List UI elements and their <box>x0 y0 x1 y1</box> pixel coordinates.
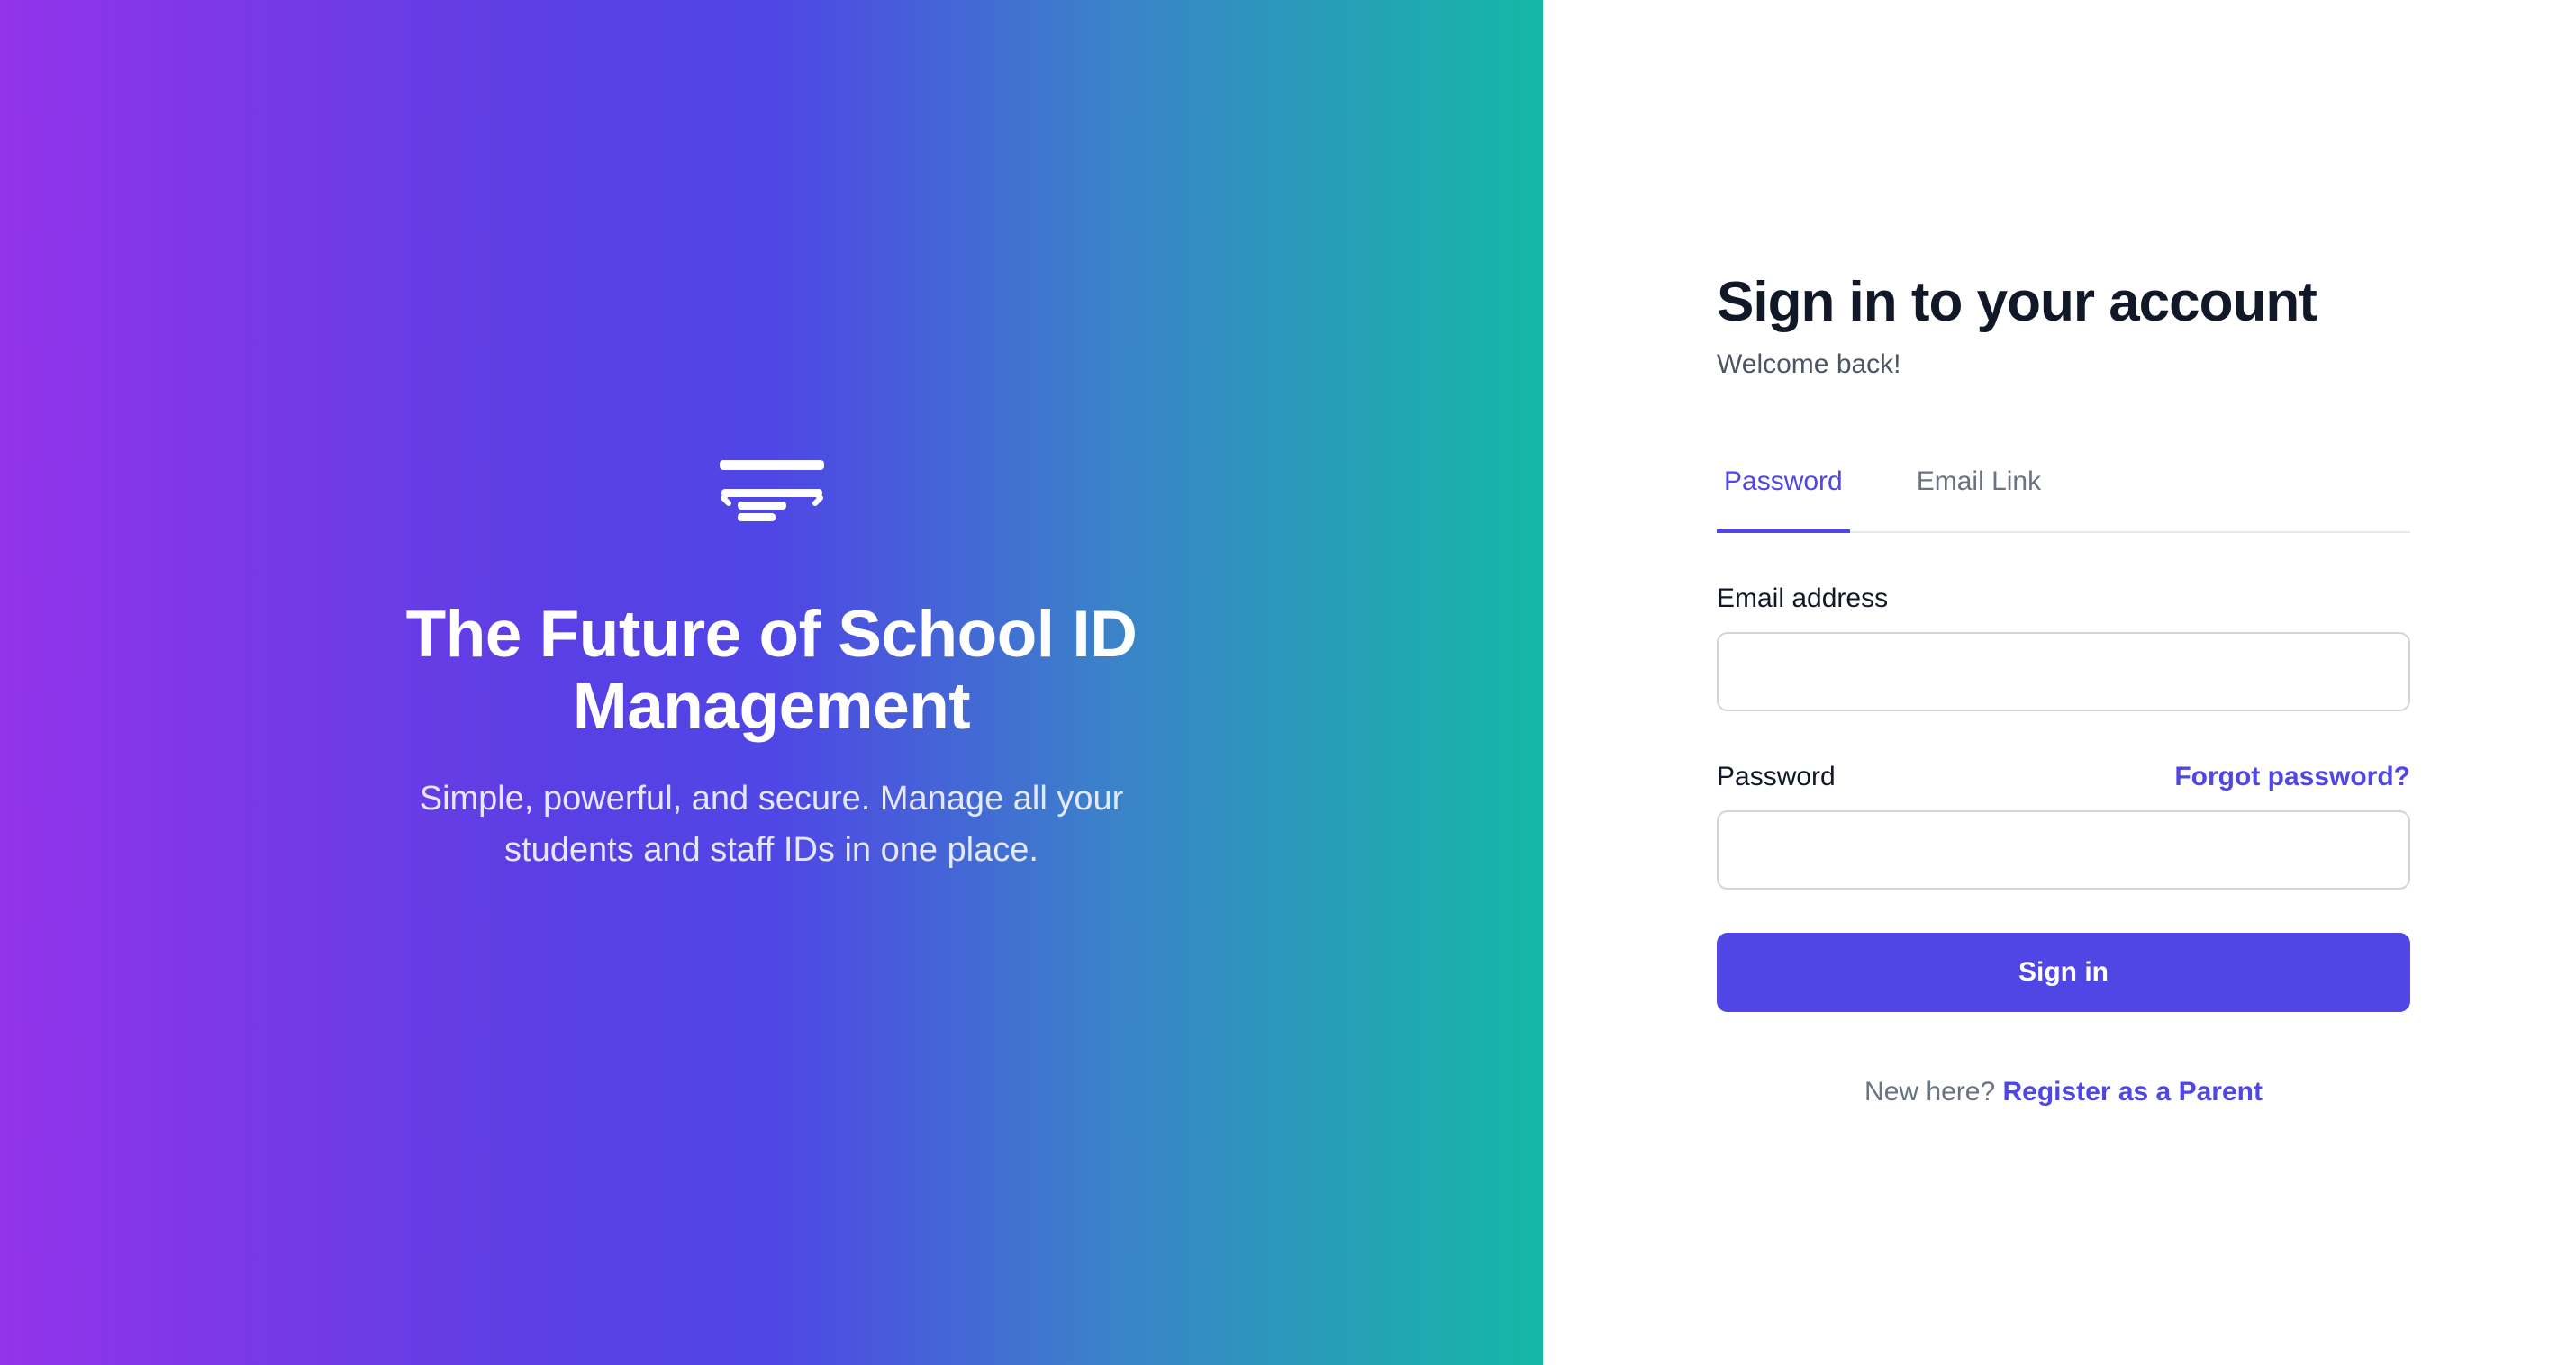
hero-title: The Future of School ID Management <box>405 598 1138 743</box>
email-label-row: Email address <box>1717 583 2410 614</box>
tab-password[interactable]: Password <box>1717 466 1850 533</box>
login-page: The Future of School ID Management Simpl… <box>0 0 2576 1365</box>
register-prompt: New here? <box>1864 1077 2003 1107</box>
register-row: New here? Register as a Parent <box>1717 1077 2410 1107</box>
email-field[interactable] <box>1717 632 2410 711</box>
email-label: Email address <box>1717 583 1889 613</box>
hero-subtitle: Simple, powerful, and secure. Manage all… <box>419 780 1124 869</box>
forgot-password-link[interactable]: Forgot password? <box>2174 762 2410 792</box>
id-card-stack-icon <box>716 453 828 525</box>
page-title: Sign in to your account <box>1717 271 2317 333</box>
password-label-row: Password Forgot password? <box>1717 762 2410 792</box>
password-field[interactable] <box>1717 810 2410 890</box>
signin-panel: Sign in to your account Welcome back! Pa… <box>1543 0 2576 1365</box>
welcome-text: Welcome back! <box>1717 349 1901 379</box>
tab-email-link[interactable]: Email Link <box>1909 466 2048 531</box>
hero-panel: The Future of School ID Management Simpl… <box>0 0 1543 1365</box>
register-parent-link[interactable]: Register as a Parent <box>2002 1077 2262 1107</box>
auth-method-tabs: Password Email Link <box>1717 450 2410 533</box>
password-label: Password <box>1717 762 1836 791</box>
signin-form: Sign in to your account Welcome back! Pa… <box>1717 267 2410 1107</box>
sign-in-button[interactable]: Sign in <box>1717 933 2410 1012</box>
